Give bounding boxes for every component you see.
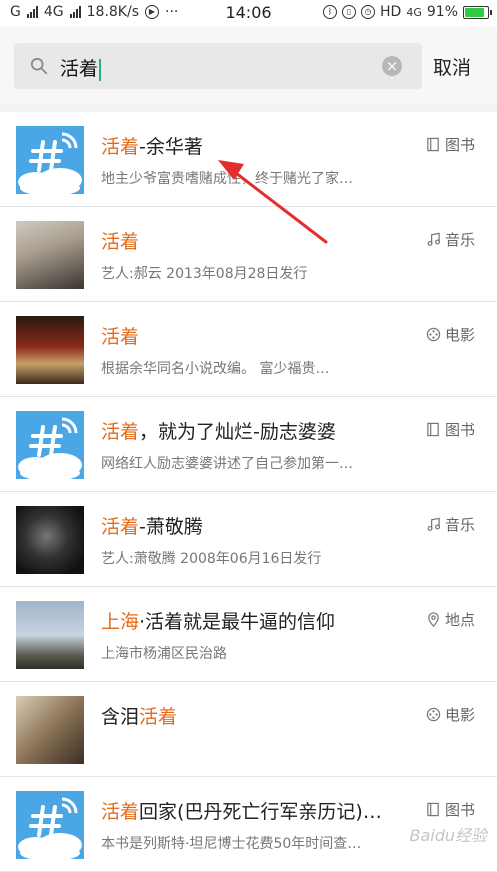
- search-bar: 活着 × 取消: [0, 26, 497, 104]
- search-input[interactable]: 活着 ×: [14, 43, 422, 89]
- result-title: 活着回家(巴丹死亡行军亲历记)…: [101, 797, 382, 824]
- result-category-label: 图书: [444, 421, 475, 439]
- alarm-icon: ◷: [361, 5, 376, 19]
- result-category-label: 音乐: [444, 516, 475, 534]
- result-subtitle: 艺人:萧敬腾 2008年06月16日发行: [101, 551, 322, 567]
- result-title-highlight: 活着: [101, 326, 140, 348]
- result-item[interactable]: 活着，就为了灿烂-励志婆婆网络红人励志婆婆讲述了自己参加第一… 图书: [0, 397, 497, 492]
- book-icon: [426, 802, 441, 817]
- result-title: 活着，就为了灿烂-励志婆婆: [101, 417, 336, 444]
- result-title: 活着: [101, 322, 139, 349]
- result-title: 活着-余华著: [101, 132, 203, 159]
- result-category: 图书: [426, 419, 475, 440]
- result-subtitle: 艺人:郝云 2013年08月28日发行: [101, 266, 308, 282]
- music-icon: [426, 517, 441, 532]
- result-item[interactable]: 上海·活着就是最牛逼的信仰上海市杨浦区民治路 地点: [0, 587, 497, 682]
- result-title-highlight: 活着: [101, 231, 140, 253]
- result-item[interactable]: 活着根据余华同名小说改编。 富少福贵… 电影: [0, 302, 497, 397]
- result-title-rest: ·活着就是最牛逼的信仰: [139, 611, 336, 633]
- result-title-highlight: 活着: [139, 706, 178, 728]
- result-title-rest: -余华著: [139, 136, 203, 158]
- result-category-label: 音乐: [444, 231, 475, 249]
- result-title: 上海·活着就是最牛逼的信仰: [101, 607, 335, 634]
- result-category-label: 电影: [444, 706, 475, 724]
- result-category-label: 图书: [444, 136, 475, 154]
- search-query-text: 活着: [60, 58, 99, 80]
- result-category: 电影: [426, 324, 475, 345]
- result-list: 活着-余华著 地主少爷富贵嗜赌成性，终于赌光了家… 图书 活着 艺人:郝云 2013年0…: [0, 112, 497, 872]
- network-label-right: 4G: [406, 5, 422, 19]
- app-hash-icon: [16, 126, 84, 194]
- result-title-prefix: 含泪: [101, 706, 140, 728]
- status-right: ᛒ ▯ ◷ HD 4G 91%: [323, 4, 492, 20]
- music-icon: [426, 232, 441, 247]
- result-category-label: 地点: [444, 611, 475, 629]
- book-icon: [426, 137, 441, 152]
- text-caret: [99, 58, 102, 81]
- result-title-rest: -萧敬腾: [139, 516, 203, 538]
- bluetooth-icon: ᛒ: [323, 5, 338, 19]
- result-title-highlight: 活着: [101, 136, 140, 158]
- result-subtitle: 根据余华同名小说改编。 富少福贵…: [101, 361, 330, 377]
- search-icon: [30, 57, 48, 75]
- result-subtitle: 本书是列斯特·坦尼博士花费50年时间查…: [101, 836, 362, 852]
- result-thumbnail: [16, 316, 84, 384]
- result-title-highlight: 上海: [101, 611, 140, 633]
- film-icon: [426, 327, 441, 342]
- result-subtitle: 地主少爷富贵嗜赌成性，终于赌光了家…: [101, 171, 353, 187]
- battery-fill: [465, 7, 485, 17]
- result-item[interactable]: 活着-萧敬腾艺人:萧敬腾 2008年06月16日发行 音乐: [0, 492, 497, 587]
- result-title-rest: 回家(巴丹死亡行军亲历记)…: [139, 801, 382, 823]
- app-hash-icon: [16, 791, 84, 859]
- result-subtitle: 网络红人励志婆婆讲述了自己参加第一…: [101, 456, 353, 472]
- cancel-button[interactable]: 取消: [433, 53, 471, 80]
- result-title-highlight: 活着: [101, 516, 140, 538]
- result-title: 活着: [101, 227, 139, 254]
- result-category: 图书: [426, 134, 475, 155]
- result-item[interactable]: 活着艺人:郝云 2013年08月28日发行 音乐: [0, 207, 497, 302]
- book-icon: [426, 422, 441, 437]
- result-thumbnail: [16, 506, 84, 574]
- result-thumbnail: [16, 221, 84, 289]
- result-title: 含泪活着: [101, 702, 177, 729]
- result-item[interactable]: 含泪活着 电影: [0, 682, 497, 777]
- film-icon: [426, 707, 441, 722]
- result-category-label: 电影: [444, 326, 475, 344]
- clear-search-button[interactable]: ×: [382, 56, 402, 76]
- result-thumbnail: [16, 696, 84, 764]
- result-title-highlight: 活着: [101, 421, 140, 443]
- result-category: 电影: [426, 704, 475, 725]
- result-title-rest: ，就为了灿烂-励志婆婆: [139, 421, 336, 443]
- battery-percent: 91%: [426, 4, 458, 20]
- result-category: 音乐: [426, 514, 475, 535]
- status-bar: G 4G 18.8K/s ▶ ··· 14:06 ᛒ ▯ ◷ HD 4G 91%: [0, 0, 497, 26]
- result-title-highlight: 活着: [101, 801, 140, 823]
- location-icon: [426, 612, 441, 627]
- result-title: 活着-萧敬腾: [101, 512, 203, 539]
- app-hash-icon: [16, 411, 84, 479]
- result-thumbnail: [16, 601, 84, 669]
- result-item[interactable]: 活着-余华著地主少爷富贵嗜赌成性，终于赌光了家… 图书: [0, 112, 497, 207]
- result-subtitle: 上海市杨浦区民治路: [101, 646, 227, 662]
- search-query: 活着: [60, 54, 102, 81]
- result-category: 地点: [426, 609, 475, 630]
- watermark: Baidu经验: [409, 826, 487, 845]
- vibrate-icon: ▯: [342, 5, 357, 19]
- result-category: 图书: [426, 799, 475, 820]
- result-category: 音乐: [426, 229, 475, 250]
- result-category-label: 图书: [444, 801, 475, 819]
- hd-label: HD: [380, 4, 402, 20]
- battery-icon: [463, 5, 492, 19]
